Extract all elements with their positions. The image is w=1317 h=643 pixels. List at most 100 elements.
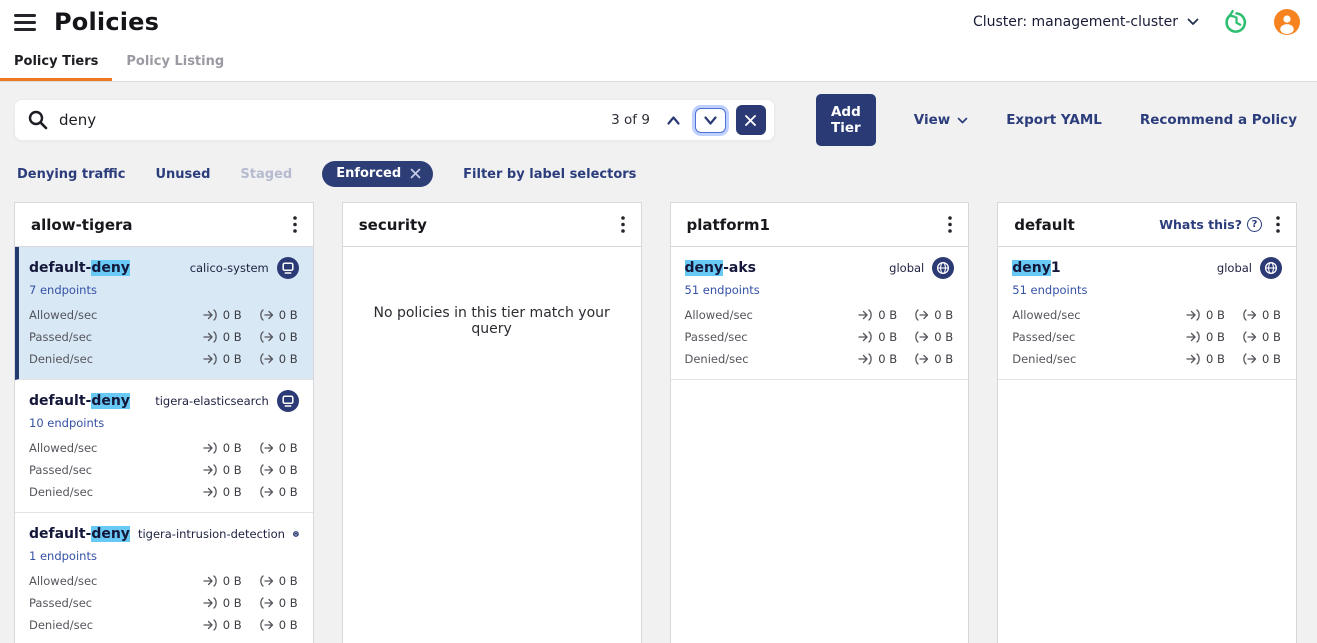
ingress-icon (203, 353, 218, 365)
ingress-icon (858, 331, 873, 343)
ingress-icon (203, 442, 218, 454)
clear-search-button[interactable] (736, 105, 766, 135)
namespace-label: calico-system (190, 261, 269, 275)
tier-column-platform1: platform1 deny-aks global 51 endpoints (670, 202, 970, 643)
metric-row: Denied/sec 0 B 0 B (1012, 348, 1282, 370)
global-scope-label: global (889, 261, 924, 275)
endpoints-link[interactable]: 10 endpoints (29, 416, 104, 430)
policy-name: deny-aks (685, 260, 757, 276)
endpoints-link[interactable]: 1 endpoints (29, 549, 97, 563)
metric-row: Allowed/sec 0 B 0 B (29, 304, 299, 326)
ingress-icon (203, 486, 218, 498)
view-dropdown[interactable]: View (914, 112, 968, 128)
ingress-icon (1186, 353, 1201, 365)
chevron-down-icon (957, 117, 968, 124)
ingress-icon (1186, 309, 1201, 321)
policy-card[interactable]: deny1 global 51 endpoints Allowed/sec 0 … (998, 247, 1296, 380)
ingress-icon (203, 331, 218, 343)
kebab-menu-icon[interactable] (1270, 214, 1286, 235)
filter-unused[interactable]: Unused (155, 167, 210, 182)
chevron-down-icon (703, 115, 718, 126)
egress-icon (259, 442, 274, 454)
ingress-icon (203, 575, 218, 587)
chevron-up-icon (666, 115, 681, 126)
view-dropdown-label: View (914, 112, 950, 128)
ingress-icon (203, 309, 218, 321)
egress-icon (914, 331, 929, 343)
cluster-selector-label: Cluster: management-cluster (973, 14, 1178, 30)
tier-column-security: security No policies in this tier match … (342, 202, 642, 643)
filter-denying-traffic[interactable]: Denying traffic (17, 167, 125, 182)
policy-name: deny1 (1012, 260, 1060, 276)
policy-card[interactable]: default-deny calico-system 7 endpoints A… (15, 247, 313, 380)
tab-policy-listing[interactable]: Policy Listing (112, 44, 238, 81)
ingress-icon (858, 353, 873, 365)
metric-row: Denied/sec 0 B 0 B (29, 348, 299, 370)
tier-board: allow-tigera default-deny calico-system … (14, 202, 1297, 643)
namespace-icon (277, 257, 299, 279)
metric-row: Denied/sec 0 B 0 B (29, 614, 299, 636)
tab-bar: Policy Tiers Policy Listing (0, 44, 1317, 82)
ingress-icon (203, 597, 218, 609)
tier-header: platform1 (671, 203, 969, 247)
tier-header: security (343, 203, 641, 247)
kebab-menu-icon[interactable] (287, 214, 303, 235)
recommend-policy-button[interactable]: Recommend a Policy (1140, 112, 1297, 128)
egress-icon (259, 597, 274, 609)
endpoints-link[interactable]: 51 endpoints (1012, 283, 1087, 297)
global-scope-label: global (1217, 261, 1252, 275)
metric-row: Passed/sec 0 B 0 B (29, 459, 299, 481)
remove-chip-icon[interactable] (410, 168, 421, 179)
egress-icon (259, 619, 274, 631)
whats-this-link[interactable]: Whats this? ? (1159, 217, 1262, 232)
namespace-label: tigera-elasticsearch (155, 394, 269, 408)
egress-icon (1242, 353, 1257, 365)
filter-row: Denying traffic Unused Staged Enforced F… (14, 161, 1297, 187)
egress-icon (1242, 309, 1257, 321)
user-avatar[interactable] (1274, 9, 1300, 35)
metric-row: Allowed/sec 0 B 0 B (29, 570, 299, 592)
egress-icon (914, 353, 929, 365)
egress-icon (259, 575, 274, 587)
metric-row: Allowed/sec 0 B 0 B (29, 437, 299, 459)
policy-card[interactable]: default-deny tigera-elasticsearch 10 end… (15, 380, 313, 513)
tier-column-allow-tigera: allow-tigera default-deny calico-system … (14, 202, 314, 643)
namespace-icon (293, 523, 299, 545)
search-prev-button[interactable] (660, 111, 687, 130)
empty-tier-message: No policies in this tier match your quer… (343, 247, 641, 395)
endpoints-link[interactable]: 51 endpoints (685, 283, 760, 297)
metric-row: Allowed/sec 0 B 0 B (1012, 304, 1282, 326)
cluster-selector[interactable]: Cluster: management-cluster (973, 14, 1199, 30)
add-tier-button[interactable]: Add Tier (816, 94, 876, 146)
policy-card[interactable]: deny-aks global 51 endpoints Allowed/sec… (671, 247, 969, 380)
kebab-menu-icon[interactable] (942, 214, 958, 235)
filter-chip-enforced-label: Enforced (336, 166, 401, 181)
filter-staged[interactable]: Staged (240, 167, 292, 182)
tier-header: default Whats this? ? (998, 203, 1296, 247)
metric-row: Passed/sec 0 B 0 B (685, 326, 955, 348)
policy-card[interactable]: default-deny tigera-intrusion-detection … (15, 513, 313, 643)
policy-name: default-deny (29, 526, 130, 542)
egress-icon (259, 353, 274, 365)
metric-row: Denied/sec 0 B 0 B (685, 348, 955, 370)
egress-icon (259, 309, 274, 321)
chevron-down-icon (1187, 18, 1199, 26)
egress-icon (1242, 331, 1257, 343)
policy-name: default-deny (29, 260, 130, 276)
hamburger-menu-icon[interactable] (14, 14, 36, 31)
globe-icon (932, 257, 954, 279)
search-input[interactable] (59, 111, 603, 129)
endpoints-link[interactable]: 7 endpoints (29, 283, 97, 297)
kebab-menu-icon[interactable] (615, 214, 631, 235)
filter-label-selectors[interactable]: Filter by label selectors (463, 167, 636, 182)
history-restore-icon[interactable] (1223, 9, 1250, 36)
search-next-button[interactable] (695, 108, 726, 133)
policy-name: default-deny (29, 393, 130, 409)
tier-name: allow-tigera (31, 216, 133, 234)
filter-chip-enforced[interactable]: Enforced (322, 161, 433, 187)
egress-icon (914, 309, 929, 321)
toolbar: 3 of 9 Add Tier View Export YAML Recomme… (14, 94, 1297, 146)
ingress-icon (203, 619, 218, 631)
tab-policy-tiers[interactable]: Policy Tiers (0, 44, 112, 81)
export-yaml-button[interactable]: Export YAML (1006, 112, 1102, 128)
